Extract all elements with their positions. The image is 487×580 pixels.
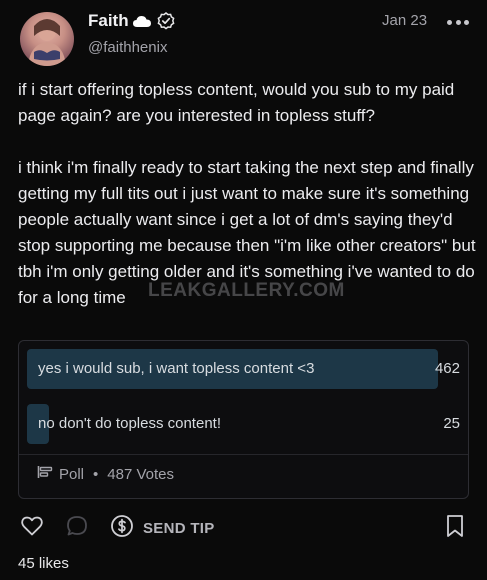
poll-option-label: yes i would sub, i want topless content … — [38, 360, 315, 377]
poll-footer: Poll • 487 Votes — [37, 465, 174, 483]
author-name[interactable]: Faith — [88, 11, 129, 31]
post-card: Faith @faithhenix Jan 23 if i start offe… — [0, 0, 487, 580]
poll-total-votes: 487 Votes — [107, 465, 175, 483]
send-tip-label: SEND TIP — [143, 520, 215, 537]
poll-option-label: no don't do topless content! — [38, 415, 221, 432]
post-paragraph: if i start offering topless content, wou… — [18, 80, 455, 125]
comment-button[interactable] — [65, 514, 89, 543]
heart-icon — [20, 516, 44, 542]
post-date[interactable]: Jan 23 — [382, 12, 427, 29]
verified-check-icon — [157, 12, 175, 35]
like-button[interactable] — [20, 514, 44, 543]
dollar-icon — [110, 514, 134, 543]
cloud-icon — [132, 14, 152, 33]
avatar[interactable] — [20, 12, 74, 66]
comment-icon — [65, 516, 89, 542]
author-badges — [132, 12, 175, 35]
watermark: LEAKGALLERY.COM — [148, 280, 345, 301]
bookmark-button[interactable] — [444, 514, 466, 543]
poll-footer-separator: • — [93, 465, 99, 483]
poll-divider — [19, 454, 468, 455]
send-tip-button[interactable]: SEND TIP — [110, 514, 215, 543]
likes-count[interactable]: 45 likes — [18, 555, 69, 572]
poll-option-no[interactable]: no don't do topless content! 25 — [27, 404, 460, 444]
poll-footer-label: Poll — [59, 465, 85, 483]
poll-icon — [37, 465, 53, 483]
poll-option-votes: 25 — [443, 415, 460, 432]
poll: yes i would sub, i want topless content … — [18, 340, 469, 499]
more-options-icon[interactable] — [447, 15, 469, 29]
bookmark-icon — [444, 515, 466, 542]
poll-option-yes[interactable]: yes i would sub, i want topless content … — [27, 349, 460, 389]
avatar-image — [28, 19, 66, 66]
author-handle[interactable]: @faithhenix — [88, 39, 167, 56]
poll-option-votes: 462 — [434, 360, 460, 377]
